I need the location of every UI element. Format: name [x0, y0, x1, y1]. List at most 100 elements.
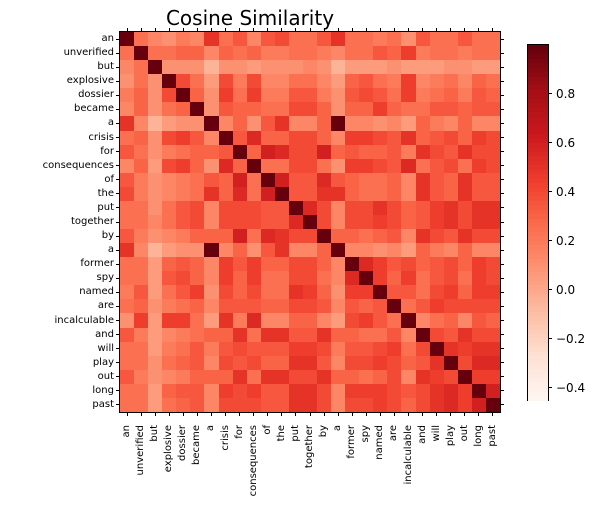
heatmap-cell	[247, 285, 262, 300]
heatmap-cell	[148, 299, 163, 314]
heatmap-cell	[317, 187, 332, 202]
heatmap-cell	[134, 215, 149, 230]
heatmap-cell	[303, 173, 318, 188]
heatmap-cell	[472, 229, 487, 244]
heatmap-cell	[289, 271, 304, 286]
heatmap-cell	[373, 201, 388, 216]
heatmap-cell	[233, 384, 248, 399]
heatmap-cell	[289, 201, 304, 216]
heatmap-cell	[430, 32, 445, 47]
heatmap-cell	[416, 159, 431, 174]
heatmap-cell	[219, 342, 234, 357]
heatmap-cell	[458, 313, 473, 328]
heatmap-cell	[148, 88, 163, 103]
heatmap-cell	[148, 145, 163, 160]
heatmap-cell	[148, 60, 163, 75]
heatmap-cell	[401, 356, 416, 371]
heatmap-cell	[486, 356, 501, 371]
heatmap-cell	[331, 243, 346, 258]
heatmap-cell	[317, 145, 332, 160]
heatmap-cell	[120, 32, 135, 47]
heatmap-cell	[204, 229, 219, 244]
heatmap-cell	[458, 74, 473, 89]
heatmap-cell	[387, 370, 402, 385]
heatmap-cell	[401, 131, 416, 146]
y-tick-label: are	[4, 301, 114, 311]
y-tick-label: play	[4, 358, 114, 368]
heatmap-cell	[486, 159, 501, 174]
heatmap-cell	[416, 313, 431, 328]
heatmap-cell	[359, 271, 374, 286]
heatmap-cell	[303, 299, 318, 314]
heatmap-cell	[204, 116, 219, 131]
heatmap-cell	[401, 370, 416, 385]
heatmap-cell	[289, 313, 304, 328]
heatmap-cell	[359, 32, 374, 47]
heatmap-cell	[486, 88, 501, 103]
colorbar-tick-label: 0.8	[556, 88, 575, 100]
heatmap-cell	[134, 356, 149, 371]
heatmap-cell	[472, 32, 487, 47]
heatmap-cell	[233, 370, 248, 385]
heatmap-cell	[444, 229, 459, 244]
heatmap-cell	[387, 131, 402, 146]
x-tick-label: but	[150, 425, 160, 516]
heatmap-cell	[219, 285, 234, 300]
heatmap-cell	[486, 46, 501, 61]
heatmap-cell	[219, 271, 234, 286]
heatmap-cell	[289, 215, 304, 230]
heatmap-cell	[261, 313, 276, 328]
heatmap-cell	[345, 313, 360, 328]
heatmap-cell	[176, 257, 191, 272]
heatmap-cell	[486, 187, 501, 202]
heatmap-cell	[176, 173, 191, 188]
heatmap-cell	[331, 285, 346, 300]
heatmap-cell	[233, 313, 248, 328]
heatmap-cell	[472, 342, 487, 357]
heatmap-cell	[373, 271, 388, 286]
heatmap-cell	[401, 384, 416, 399]
heatmap-cell	[387, 46, 402, 61]
heatmap-cell	[458, 299, 473, 314]
heatmap-cell	[219, 398, 234, 413]
heatmap-cell	[430, 131, 445, 146]
heatmap-cell	[190, 229, 205, 244]
heatmap-cell	[472, 356, 487, 371]
heatmap-cell	[472, 299, 487, 314]
heatmap-cell	[120, 173, 135, 188]
heatmap-cell	[176, 313, 191, 328]
heatmap-cell	[289, 285, 304, 300]
heatmap-cell	[359, 370, 374, 385]
heatmap-cell	[430, 285, 445, 300]
heatmap-cell	[219, 201, 234, 216]
heatmap-cell	[120, 313, 135, 328]
heatmap-cell	[458, 229, 473, 244]
heatmap-cell	[148, 243, 163, 258]
heatmap-cell	[416, 145, 431, 160]
heatmap-cell	[331, 116, 346, 131]
heatmap-cell	[486, 173, 501, 188]
heatmap-cell	[120, 384, 135, 399]
heatmap-cell	[387, 384, 402, 399]
heatmap-cell	[472, 187, 487, 202]
heatmap-cell	[401, 145, 416, 160]
heatmap-cell	[303, 384, 318, 399]
x-tick-label: and	[418, 425, 428, 516]
heatmap-cell	[359, 299, 374, 314]
heatmap-cell	[148, 257, 163, 272]
heatmap-cell	[233, 46, 248, 61]
y-tick-label: the	[4, 189, 114, 199]
heatmap-cell	[401, 328, 416, 343]
heatmap-cell	[289, 257, 304, 272]
heatmap-cell	[387, 342, 402, 357]
y-tick-label: for	[4, 147, 114, 157]
heatmap-cell	[303, 285, 318, 300]
heatmap-cell	[416, 131, 431, 146]
heatmap-cell	[204, 313, 219, 328]
heatmap-cell	[303, 313, 318, 328]
heatmap-cell	[303, 356, 318, 371]
heatmap-cell	[430, 398, 445, 413]
heatmap-cell	[289, 342, 304, 357]
heatmap-cell	[204, 370, 219, 385]
x-tick-label: unverified	[136, 425, 146, 516]
